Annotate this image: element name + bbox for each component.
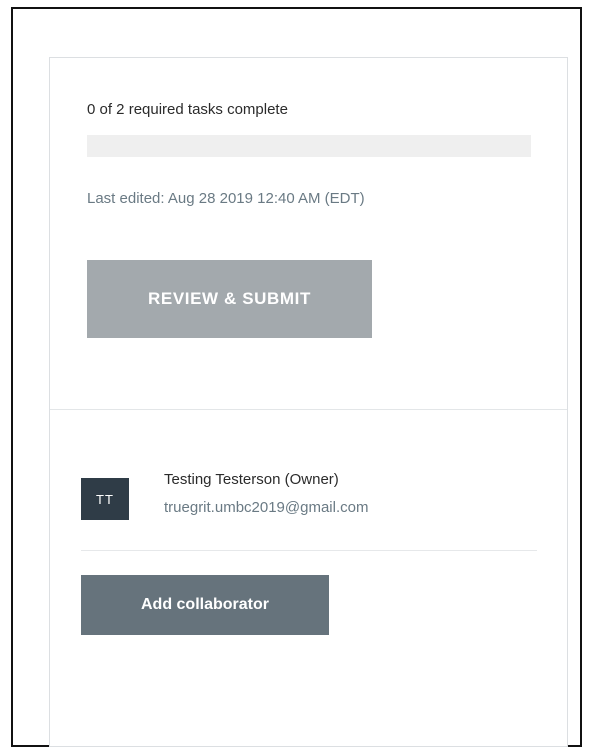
progress-section: 0 of 2 required tasks complete Last edit… [50,58,567,410]
avatar: TT [81,478,129,520]
submission-panel: 0 of 2 required tasks complete Last edit… [49,57,568,747]
collaborator-name: Testing Testerson (Owner) [164,471,339,488]
task-status-text: 0 of 2 required tasks complete [87,101,288,118]
collaborator-email: truegrit.umbc2019@gmail.com [164,499,369,516]
window-frame: 0 of 2 required tasks complete Last edit… [11,7,582,747]
progress-bar [87,135,531,157]
last-edited-timestamp: Last edited: Aug 28 2019 12:40 AM (EDT) [87,190,365,207]
add-collaborator-button[interactable]: Add collaborator [81,575,329,635]
review-submit-button[interactable]: REVIEW & SUBMIT [87,260,372,338]
divider [81,550,537,551]
